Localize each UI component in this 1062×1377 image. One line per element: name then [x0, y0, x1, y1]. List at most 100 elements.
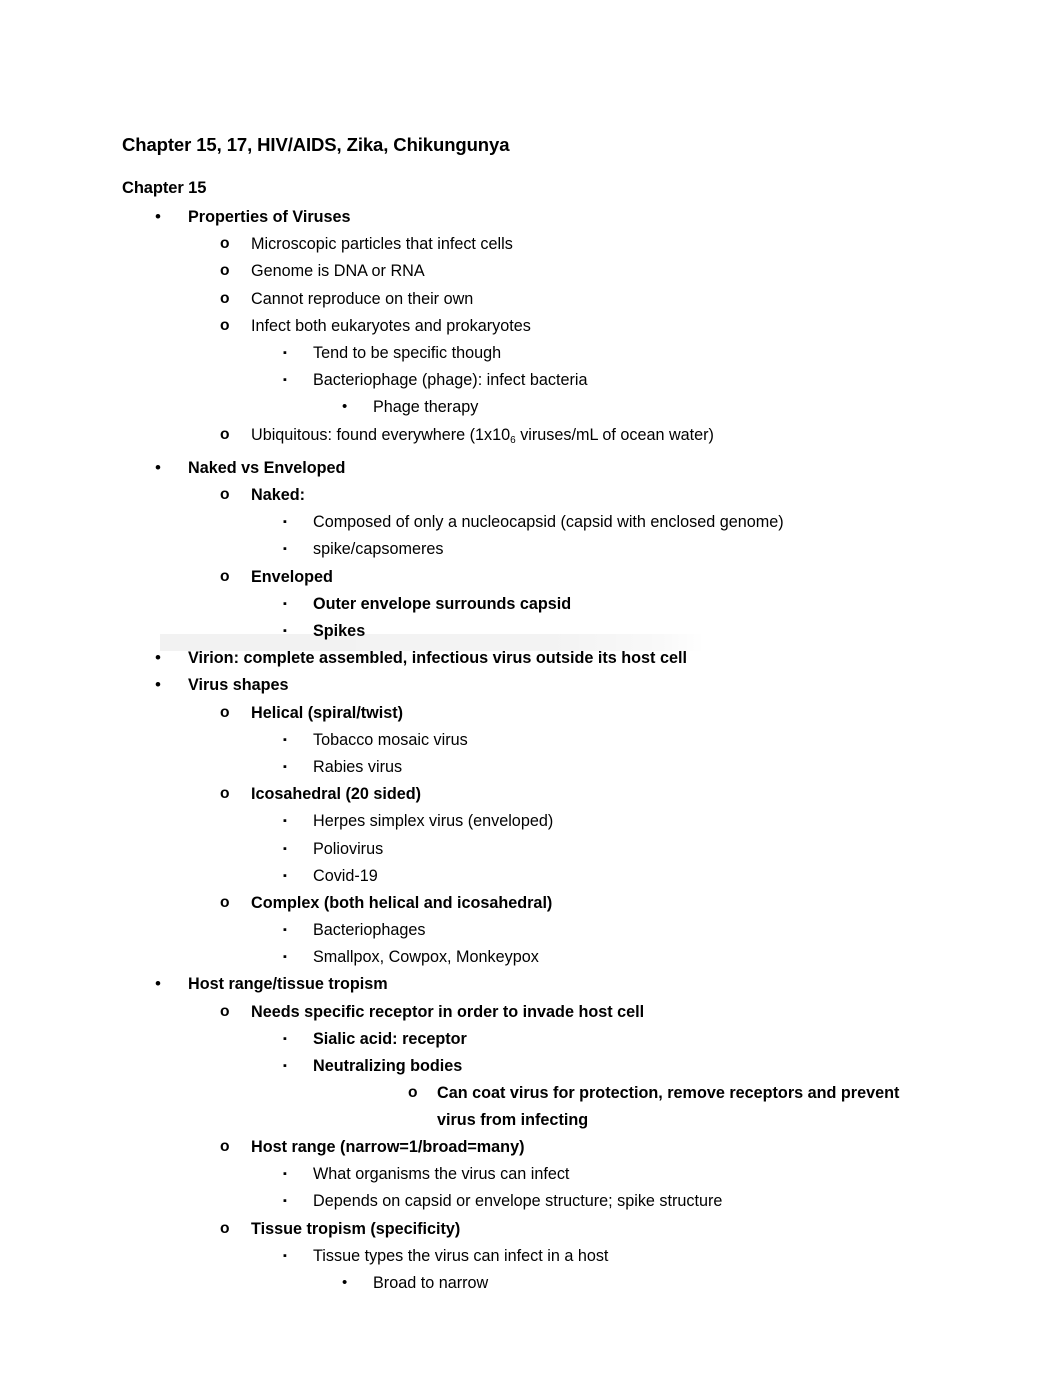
outline-item-text: Host range/tissue tropism	[188, 975, 388, 994]
outline-item-text: Depends on capsid or envelope structure;…	[313, 1192, 723, 1211]
document-page: Chapter 15, 17, HIV/AIDS, Zika, Chikungu…	[0, 0, 1062, 1377]
bullet-circle-icon: o	[220, 785, 230, 803]
bullet-disc-icon: •	[342, 398, 348, 416]
bullet-disc-icon: •	[155, 974, 161, 994]
bullet-square-icon: ▪	[283, 1032, 287, 1045]
outline-item: • Virion: complete assembled, infectious …	[0, 645, 1062, 672]
outline-item-text: Naked vs Enveloped	[188, 458, 346, 477]
outline-item-text: Covid-19	[313, 866, 378, 885]
bullet-square-icon: ▪	[283, 597, 287, 610]
outline-item: ▪ Tend to be specific though	[0, 340, 1062, 367]
bullet-circle-icon: o	[220, 1002, 230, 1020]
outline-item-text: Sialic acid: receptor	[313, 1029, 467, 1048]
outline-item: ▪ Poliovirus	[0, 836, 1062, 863]
outline-item: ▪ Rabies virus	[0, 754, 1062, 781]
outline-item-text: Bacteriophage (phage): infect bacteria	[313, 371, 588, 390]
bullet-circle-icon: o	[220, 289, 230, 307]
outline-item-text: Can coat virus for protection, remove re…	[437, 1084, 900, 1129]
outline-item-text: Composed of only a nucleocapsid (capsid …	[313, 513, 784, 532]
bullet-circle-icon: o	[408, 1084, 418, 1102]
outline-item: • Phage therapy	[0, 394, 1062, 421]
outline-item: o Host range (narrow=1/broad=many)	[0, 1134, 1062, 1161]
bullet-disc-icon: •	[155, 675, 161, 695]
outline-item: ▪ Sialic acid: receptor	[0, 1026, 1062, 1053]
bullet-circle-icon: o	[220, 1137, 230, 1155]
bullet-square-icon: ▪	[283, 951, 287, 964]
bullet-disc-icon: •	[155, 457, 161, 477]
outline-item-text: Complex (both helical and icosahedral)	[251, 893, 553, 912]
bullet-square-icon: ▪	[283, 842, 287, 855]
bullet-circle-icon: o	[220, 486, 230, 504]
outline-item: ▪ spike/capsomeres	[0, 536, 1062, 563]
bullet-circle-icon: o	[220, 567, 230, 585]
outline-item-text: Smallpox, Cowpox, Monkeypox	[313, 948, 539, 967]
bullet-square-icon: ▪	[283, 543, 287, 556]
outline-item: ▪ What organisms the virus can infect	[0, 1161, 1062, 1188]
bullet-disc-icon: •	[155, 207, 161, 226]
outline-item-text: Virus shapes	[188, 676, 289, 695]
outline-item: o Icosahedral (20 sided)	[0, 781, 1062, 808]
outline-list: • Properties of Viruses o Microscopic parti…	[0, 204, 1062, 1297]
outline-item: • Broad to narrow	[0, 1270, 1062, 1297]
bullet-square-icon: ▪	[283, 815, 287, 828]
outline-item-text: Bacteriophages	[313, 921, 426, 940]
outline-item: ▪ Covid-19	[0, 863, 1062, 890]
outline-item-text: Poliovirus	[313, 839, 384, 858]
bullet-square-icon: ▪	[283, 346, 287, 359]
outline-item: ▪ Outer envelope surrounds capsid	[0, 591, 1062, 618]
outline-item-text: spike/capsomeres	[313, 540, 444, 559]
outline-item-text: Spikes	[313, 622, 366, 640]
outline-item-text: Tend to be specific though	[313, 343, 502, 362]
outline-item: ▪ Composed of only a nucleocapsid (capsid…	[0, 509, 1062, 536]
bullet-square-icon: ▪	[283, 1195, 287, 1208]
outline-item: o Naked:	[0, 482, 1062, 509]
bullet-circle-icon: o	[220, 316, 230, 334]
outline-item-text: Neutralizing bodies	[313, 1057, 463, 1075]
outline-item: o Needs specific receptor in order to inv…	[0, 999, 1062, 1026]
outline-item: o Complex (both helical and icosahedral)	[0, 890, 1062, 917]
outline-item-text: Naked:	[251, 486, 305, 505]
outline-item: • Host range/tissue tropism	[0, 971, 1062, 998]
outline-item-text: Phage therapy	[373, 398, 479, 417]
bullet-square-icon: ▪	[283, 516, 287, 529]
outline-item-text: Genome is DNA or RNA	[251, 262, 425, 281]
section-heading: Chapter 15	[122, 178, 207, 197]
bullet-square-icon: ▪	[283, 374, 287, 387]
outline-item-text: Ubiquitous: found everywhere (1x106 viru…	[251, 425, 714, 446]
page-title: Chapter 15, 17, HIV/AIDS, Zika, Chikungu…	[122, 134, 510, 156]
outline-item-text: Enveloped	[251, 567, 333, 586]
outline-item: • Virus shapes	[0, 672, 1062, 699]
outline-item: ▪ Depends on capsid or envelope structure…	[0, 1188, 1062, 1215]
outline-item-text: Needs specific receptor in order to inva…	[251, 1002, 645, 1021]
outline-item: ▪ Tobacco mosaic virus	[0, 727, 1062, 754]
bullet-circle-icon: o	[220, 1219, 230, 1237]
outline-item: ▪ Herpes simplex virus (enveloped)	[0, 808, 1062, 835]
outline-item-text: Tissue types the virus can infect in a h…	[313, 1246, 609, 1265]
bullet-disc-icon: •	[155, 648, 161, 668]
outline-item-text: Rabies virus	[313, 757, 403, 776]
outline-item-text: Herpes simplex virus (enveloped)	[313, 812, 554, 831]
bullet-square-icon: ▪	[283, 1168, 287, 1181]
bullet-circle-icon: o	[220, 893, 230, 911]
outline-item: o Microscopic particles that infect cells	[0, 231, 1062, 258]
outline-item-text: What organisms the virus can infect	[313, 1165, 570, 1184]
bullet-square-icon: ▪	[283, 1249, 287, 1262]
bullet-circle-icon: o	[220, 262, 230, 280]
outline-item: o Ubiquitous: found everywhere (1x106 vir…	[0, 422, 1062, 455]
outline-item-text: Virion: complete assembled, infectious v…	[188, 649, 687, 668]
outline-item-text: Tobacco mosaic virus	[313, 730, 468, 749]
outline-item: o Cannot reproduce on their own	[0, 286, 1062, 313]
bullet-square-icon: ▪	[283, 924, 287, 937]
outline-item: o Genome is DNA or RNA	[0, 258, 1062, 285]
outline-item-text: Microscopic particles that infect cells	[251, 235, 513, 254]
outline-item: o Tissue tropism (specificity)	[0, 1216, 1062, 1243]
outline-item-text: Broad to narrow	[373, 1273, 489, 1292]
outline-item-text: Properties of Viruses	[188, 208, 351, 226]
bullet-square-icon: ▪	[283, 733, 287, 746]
outline-item-text: Icosahedral (20 sided)	[251, 785, 422, 804]
outline-item: o Infect both eukaryotes and prokaryotes	[0, 313, 1062, 340]
outline-item-text: Tissue tropism (specificity)	[251, 1219, 461, 1238]
outline-item-text: Host range (narrow=1/broad=many)	[251, 1137, 525, 1156]
outline-item: o Helical (spiral/twist)	[0, 700, 1062, 727]
outline-item: ▪ Neutralizing bodies	[0, 1053, 1062, 1080]
